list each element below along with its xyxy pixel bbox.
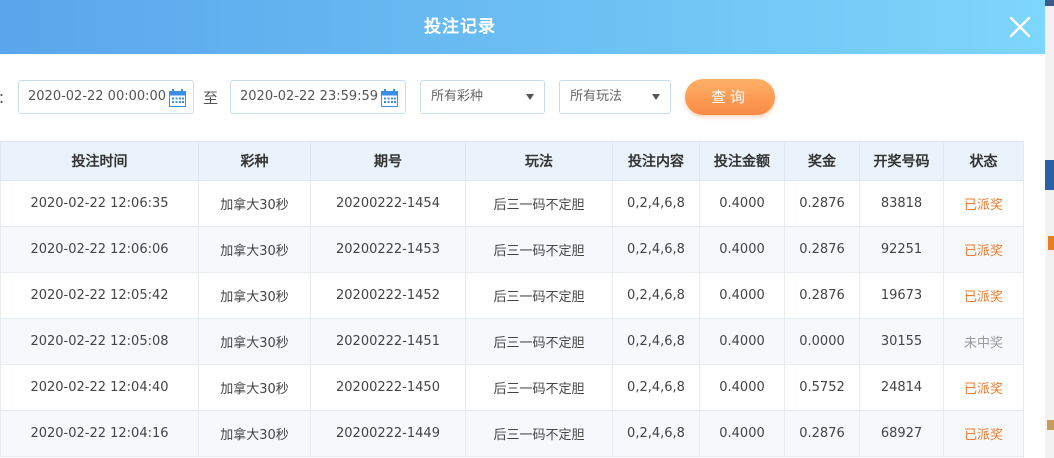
chevron-down-icon bbox=[526, 94, 534, 100]
column-header-play: 玩法 bbox=[465, 141, 613, 181]
cell-status: 已派奖 bbox=[943, 180, 1023, 227]
cell-content: 0,2,4,6,8 bbox=[612, 272, 700, 319]
end-date-value: 2020-02-22 23:59:59 bbox=[240, 89, 379, 104]
cell-play: 后三一码不定胆 bbox=[465, 226, 613, 273]
column-header-amount: 投注金额 bbox=[699, 141, 785, 181]
cell-period: 20200222-1449 bbox=[310, 410, 466, 457]
cell-lottery: 加拿大30秒 bbox=[198, 364, 311, 411]
background-fragment bbox=[1045, 160, 1054, 190]
modal-title: 投注记录 bbox=[424, 17, 496, 37]
column-header-period: 期号 bbox=[310, 141, 466, 181]
cell-lottery: 加拿大30秒 bbox=[198, 272, 311, 319]
chevron-down-icon bbox=[652, 94, 660, 100]
cell-play: 后三一码不定胆 bbox=[465, 410, 613, 457]
cell-status: 已派奖 bbox=[943, 364, 1023, 411]
cell-draw-numbers: 83818 bbox=[859, 180, 944, 227]
lottery-type-value: 所有彩种 bbox=[431, 89, 484, 104]
background-page-strip bbox=[1045, 0, 1054, 458]
filter-bar: ： 2020-02-22 00:00:00 至 2020-02-22 23:59… bbox=[0, 54, 1045, 140]
modal-header: 投注记录 bbox=[0, 0, 1045, 54]
close-icon[interactable] bbox=[1007, 14, 1033, 40]
cell-amount: 0.4000 bbox=[699, 410, 785, 457]
cell-lottery: 加拿大30秒 bbox=[198, 180, 311, 227]
cell-amount: 0.4000 bbox=[699, 272, 785, 319]
cell-prize: 0.2876 bbox=[784, 410, 860, 457]
background-fragment bbox=[1048, 236, 1054, 250]
table-row: 2020-02-22 12:04:40 加拿大30秒 20200222-1450 后三… bbox=[0, 364, 1023, 411]
cell-lottery: 加拿大30秒 bbox=[198, 226, 311, 273]
cell-prize: 0.2876 bbox=[784, 272, 860, 319]
cell-bet-time: 2020-02-22 12:06:06 bbox=[0, 226, 199, 273]
cell-prize: 0.5752 bbox=[784, 364, 860, 411]
play-type-value: 所有玩法 bbox=[570, 89, 623, 104]
cell-period: 20200222-1450 bbox=[310, 364, 466, 411]
cell-prize: 0.2876 bbox=[784, 226, 860, 273]
bet-record-modal: 投注记录 ： 2020-02-22 00:00:00 bbox=[0, 0, 1045, 458]
cell-bet-time: 2020-02-22 12:05:08 bbox=[0, 318, 199, 365]
table-row: 2020-02-22 12:05:08 加拿大30秒 20200222-1451 后三… bbox=[0, 318, 1023, 365]
cell-status: 未中奖 bbox=[943, 318, 1023, 365]
cell-status: 已派奖 bbox=[943, 410, 1023, 457]
cell-bet-time: 2020-02-22 12:06:35 bbox=[0, 180, 199, 227]
cell-status: 已派奖 bbox=[943, 226, 1023, 273]
end-date-input[interactable]: 2020-02-22 23:59:59 bbox=[230, 80, 406, 114]
cell-draw-numbers: 19673 bbox=[859, 272, 944, 319]
cell-content: 0,2,4,6,8 bbox=[612, 410, 700, 457]
cell-play: 后三一码不定胆 bbox=[465, 364, 613, 411]
cell-period: 20200222-1451 bbox=[310, 318, 466, 365]
cell-lottery: 加拿大30秒 bbox=[198, 410, 311, 457]
column-header-draw-numbers: 开奖号码 bbox=[859, 141, 944, 181]
lottery-type-select[interactable]: 所有彩种 bbox=[420, 80, 545, 114]
cell-amount: 0.4000 bbox=[699, 180, 785, 227]
cell-amount: 0.4000 bbox=[699, 364, 785, 411]
table-row: 2020-02-22 12:05:42 加拿大30秒 20200222-1452 后三… bbox=[0, 272, 1023, 319]
cell-prize: 0.0000 bbox=[784, 318, 860, 365]
table-row: 2020-02-22 12:04:16 加拿大30秒 20200222-1449 后三… bbox=[0, 410, 1023, 457]
column-header-lottery: 彩种 bbox=[198, 141, 311, 181]
play-type-select[interactable]: 所有玩法 bbox=[559, 80, 671, 114]
cell-bet-time: 2020-02-22 12:05:42 bbox=[0, 272, 199, 319]
filter-label-colon: ： bbox=[0, 88, 12, 108]
cell-draw-numbers: 30155 bbox=[859, 318, 944, 365]
background-fragment bbox=[1047, 420, 1054, 430]
cell-content: 0,2,4,6,8 bbox=[612, 364, 700, 411]
background-fragment bbox=[1045, 0, 1054, 6]
cell-prize: 0.2876 bbox=[784, 180, 860, 227]
cell-content: 0,2,4,6,8 bbox=[612, 180, 700, 227]
cell-period: 20200222-1452 bbox=[310, 272, 466, 319]
table-header-row: 投注时间 彩种 期号 玩法 投注内容 投注金额 奖金 开奖号码 状态 bbox=[0, 141, 1023, 181]
column-header-bet-time: 投注时间 bbox=[0, 141, 199, 181]
calendar-icon[interactable] bbox=[169, 88, 186, 107]
calendar-icon[interactable] bbox=[381, 88, 398, 107]
cell-draw-numbers: 68927 bbox=[859, 410, 944, 457]
cell-play: 后三一码不定胆 bbox=[465, 318, 613, 365]
cell-period: 20200222-1453 bbox=[310, 226, 466, 273]
cell-content: 0,2,4,6,8 bbox=[612, 318, 700, 365]
start-date-input[interactable]: 2020-02-22 00:00:00 bbox=[18, 80, 194, 114]
cell-lottery: 加拿大30秒 bbox=[198, 318, 311, 365]
date-range-separator: 至 bbox=[203, 89, 219, 107]
cell-play: 后三一码不定胆 bbox=[465, 272, 613, 319]
cell-content: 0,2,4,6,8 bbox=[612, 226, 700, 273]
cell-bet-time: 2020-02-22 12:04:16 bbox=[0, 410, 199, 457]
column-header-status: 状态 bbox=[943, 141, 1023, 181]
cell-amount: 0.4000 bbox=[699, 318, 785, 365]
cell-draw-numbers: 92251 bbox=[859, 226, 944, 273]
cell-amount: 0.4000 bbox=[699, 226, 785, 273]
cell-bet-time: 2020-02-22 12:04:40 bbox=[0, 364, 199, 411]
table-row: 2020-02-22 12:06:35 加拿大30秒 20200222-1454 后三… bbox=[0, 180, 1023, 227]
column-header-prize: 奖金 bbox=[784, 141, 860, 181]
column-header-content: 投注内容 bbox=[612, 141, 700, 181]
cell-play: 后三一码不定胆 bbox=[465, 180, 613, 227]
bet-record-table-container: 投注时间 彩种 期号 玩法 投注内容 投注金额 奖金 开奖号码 状态 2020-… bbox=[0, 141, 1024, 458]
start-date-value: 2020-02-22 00:00:00 bbox=[28, 89, 167, 104]
bet-record-table: 投注时间 彩种 期号 玩法 投注内容 投注金额 奖金 开奖号码 状态 2020-… bbox=[0, 141, 1023, 457]
cell-status: 已派奖 bbox=[943, 272, 1023, 319]
cell-period: 20200222-1454 bbox=[310, 180, 466, 227]
cell-draw-numbers: 24814 bbox=[859, 364, 944, 411]
table-row: 2020-02-22 12:06:06 加拿大30秒 20200222-1453 后三… bbox=[0, 226, 1023, 273]
query-button[interactable]: 查询 bbox=[685, 79, 775, 115]
